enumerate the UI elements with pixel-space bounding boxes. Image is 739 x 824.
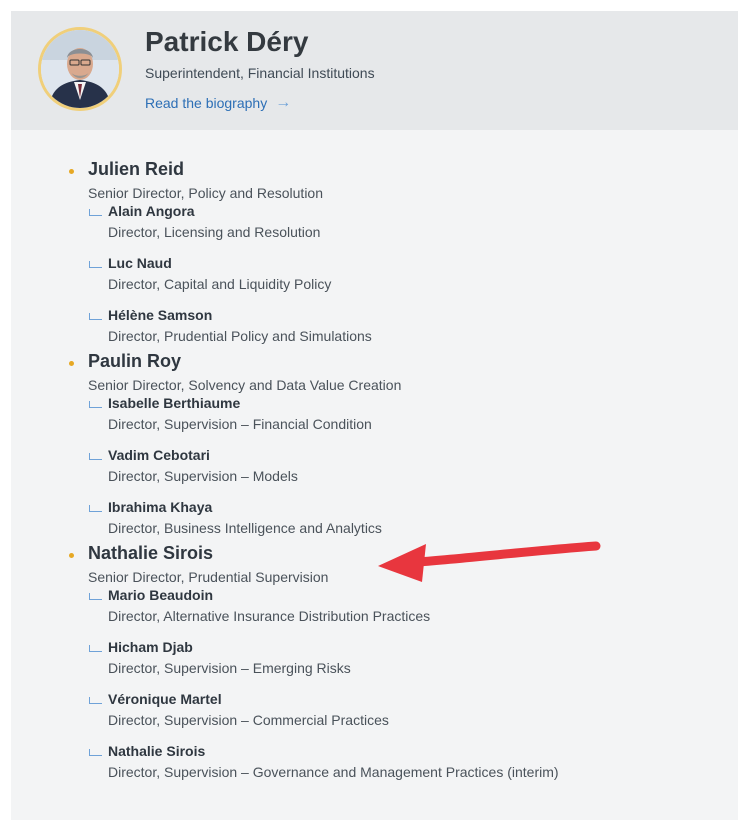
director-name: Hélène Samson [108,307,213,323]
branch-icon [89,261,102,268]
director-title: Director, Alternative Insurance Distribu… [108,608,431,624]
director-title: Director, Supervision – Governance and M… [108,764,559,780]
read-biography-link[interactable]: Read the biography → [145,94,292,112]
bullet-icon [69,361,74,366]
director-title: Director, Supervision – Financial Condit… [108,416,372,432]
branch-icon [89,209,102,216]
senior-director-group: Nathalie Sirois Senior Director, Prudent… [11,543,738,787]
arrow-right-icon: → [275,94,292,111]
director-item: Véronique Martel Director, Supervision –… [11,691,738,743]
director-item: Nathalie Sirois Director, Supervision – … [11,743,738,787]
senior-director-group: Paulin Roy Senior Director, Solvency and… [11,351,738,543]
director-item: Mario Beaudoin Director, Alternative Ins… [11,587,738,639]
senior-director-name: Paulin Roy [88,351,182,371]
director-title: Director, Prudential Policy and Simulati… [108,328,372,344]
director-name: Nathalie Sirois [108,743,206,759]
superintendent-header: Patrick Déry Superintendent, Financial I… [11,11,738,130]
senior-director-title: Senior Director, Solvency and Data Value… [88,377,402,393]
senior-director-group: Julien Reid Senior Director, Policy and … [11,159,738,351]
senior-director-title: Senior Director, Policy and Resolution [88,185,324,201]
senior-director-name: Nathalie Sirois [88,543,214,563]
director-item: Hicham Djab Director, Supervision – Emer… [11,639,738,691]
director-name: Vadim Cebotari [108,447,210,463]
branch-icon [89,749,102,756]
director-name: Isabelle Berthiaume [108,395,241,411]
bullet-icon [69,169,74,174]
org-panel: Patrick Déry Superintendent, Financial I… [11,11,738,820]
senior-director-name: Julien Reid [88,159,185,179]
read-biography-label: Read the biography [145,95,268,111]
director-title: Director, Capital and Liquidity Policy [108,276,332,292]
avatar [38,27,122,111]
senior-director-heading: Paulin Roy [11,351,738,375]
director-item: Isabelle Berthiaume Director, Supervisio… [11,395,738,447]
branch-icon [89,453,102,460]
director-item: Alain Angora Director, Licensing and Res… [11,203,738,255]
director-item: Luc Naud Director, Capital and Liquidity… [11,255,738,307]
senior-director-heading: Nathalie Sirois [11,543,738,567]
bullet-icon [69,553,74,558]
director-item: Ibrahima Khaya Director, Business Intell… [11,499,738,543]
superintendent-name: Patrick Déry [145,26,309,57]
senior-director-heading: Julien Reid [11,159,738,183]
senior-director-title: Senior Director, Prudential Supervision [88,569,329,585]
director-name: Ibrahima Khaya [108,499,213,515]
director-title: Director, Licensing and Resolution [108,224,321,240]
branch-icon [89,593,102,600]
branch-icon [89,505,102,512]
director-title: Director, Supervision – Emerging Risks [108,660,351,676]
portrait-photo [41,30,119,108]
director-name: Alain Angora [108,203,195,219]
director-title: Director, Supervision – Models [108,468,298,484]
director-item: Hélène Samson Director, Prudential Polic… [11,307,738,351]
org-chart-list: Julien Reid Senior Director, Policy and … [11,159,738,787]
director-name: Luc Naud [108,255,172,271]
director-name: Véronique Martel [108,691,222,707]
branch-icon [89,697,102,704]
director-name: Hicham Djab [108,639,193,655]
director-item: Vadim Cebotari Director, Supervision – M… [11,447,738,499]
branch-icon [89,401,102,408]
director-title: Director, Supervision – Commercial Pract… [108,712,389,728]
branch-icon [89,645,102,652]
director-title: Director, Business Intelligence and Anal… [108,520,382,536]
superintendent-title: Superintendent, Financial Institutions [145,65,375,81]
branch-icon [89,313,102,320]
director-name: Mario Beaudoin [108,587,214,603]
